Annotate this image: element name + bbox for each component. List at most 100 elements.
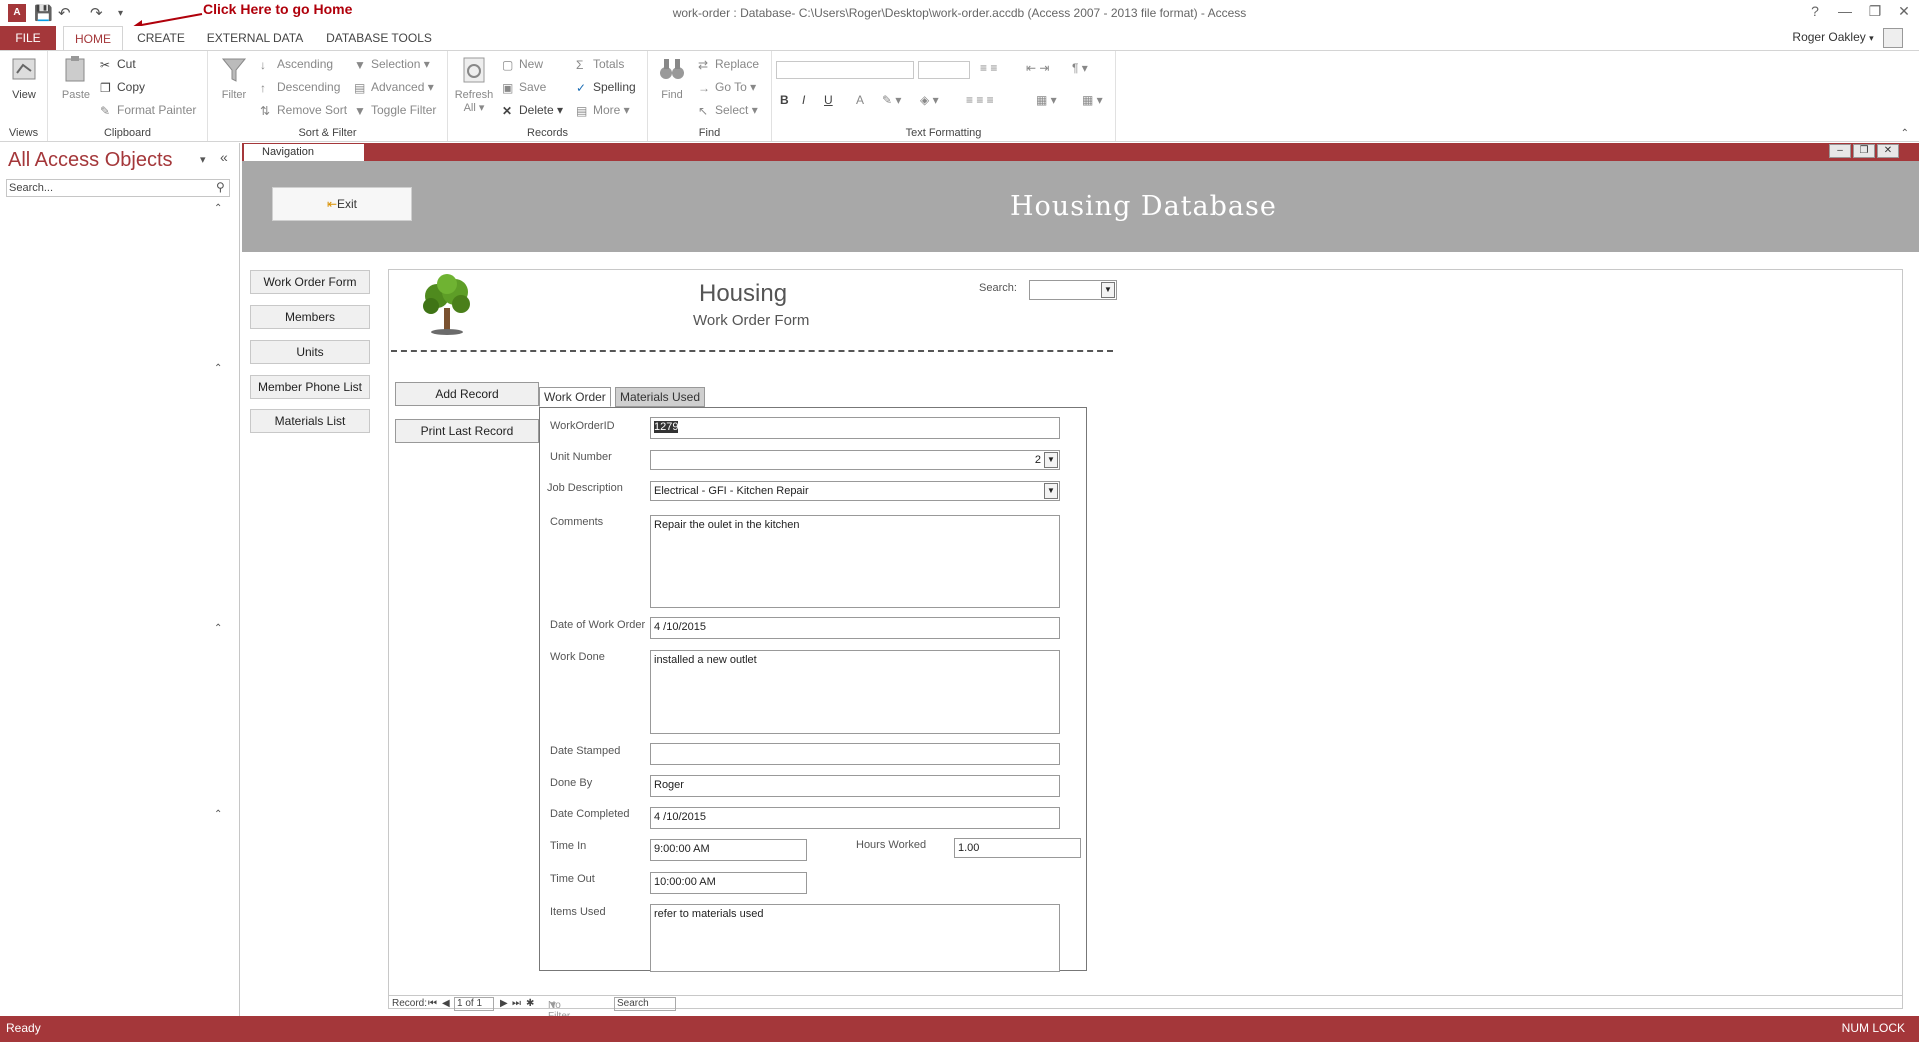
refresh-all-button[interactable]: Refresh All ▾ (454, 55, 494, 114)
paragraph-icon[interactable]: ¶ ▾ (1072, 61, 1088, 75)
toggle-filter-button[interactable]: ▼ Toggle Filter (354, 103, 436, 118)
units-button[interactable]: Units (250, 340, 370, 364)
more-button[interactable]: ▤ More ▾ (576, 103, 630, 118)
totals-button[interactable]: Σ Totals (576, 57, 624, 72)
collapse-ribbon-icon[interactable]: ⌃ (1901, 128, 1909, 139)
find-button[interactable]: Find (652, 55, 692, 101)
fill-color-icon[interactable]: ◈ ▾ (920, 93, 939, 107)
previous-record-icon[interactable]: ◀ (442, 998, 450, 1009)
next-record-icon[interactable]: ▶ (500, 998, 508, 1009)
paste-button[interactable]: Paste (56, 55, 96, 101)
restore-button[interactable]: ❐ (1860, 3, 1890, 20)
items-used-field[interactable]: refer to materials used (650, 904, 1060, 972)
work-done-field[interactable]: installed a new outlet (650, 650, 1060, 734)
minimize-button[interactable]: — (1830, 3, 1860, 19)
collapse-group-icon[interactable]: ⌃ (214, 809, 222, 820)
user-account[interactable]: Roger Oakley ▾ (1792, 28, 1903, 48)
unit-number-combo[interactable]: 2 ▼ (650, 450, 1060, 470)
date-of-work-order-field[interactable]: 4 /10/2015 (650, 617, 1060, 639)
date-completed-field[interactable]: 4 /10/2015 (650, 807, 1060, 829)
close-button[interactable]: ✕ (1889, 3, 1919, 20)
replace-icon: ⇄ (698, 58, 709, 72)
user-dropdown-icon[interactable]: ▾ (1869, 33, 1874, 43)
tab-external-data[interactable]: EXTERNAL DATA (203, 26, 307, 50)
alt-row-color-icon[interactable]: ▦ ▾ (1036, 93, 1057, 107)
cut-button[interactable]: ✂ Cut (100, 57, 136, 72)
tab-file[interactable]: FILE (0, 26, 56, 50)
format-painter-button[interactable]: ✎ Format Painter (100, 103, 196, 118)
copy-button[interactable]: ❐ Copy (100, 80, 145, 95)
highlight-icon[interactable]: ✎ ▾ (882, 93, 901, 107)
search-combo[interactable]: ▼ (1029, 280, 1117, 300)
gridlines-icon[interactable]: ▦ ▾ (1082, 93, 1103, 107)
select-button[interactable]: ↖ Select ▾ (698, 103, 758, 118)
tab-create[interactable]: CREATE (131, 26, 191, 50)
delete-button[interactable]: ✕ Delete ▾ (502, 103, 563, 118)
view-button[interactable]: View (4, 55, 44, 101)
tab-materials-used[interactable]: Materials Used (615, 387, 706, 407)
tab-work-order[interactable]: Work Order (539, 387, 611, 407)
descending-button[interactable]: ↑ Descending (260, 80, 340, 95)
replace-button[interactable]: ⇄ Replace (698, 57, 759, 72)
selection-button[interactable]: ▼ Selection ▾ (354, 57, 430, 72)
job-description-combo[interactable]: Electrical - GFI - Kitchen Repair ▼ (650, 481, 1060, 501)
bold-button[interactable]: B (780, 93, 789, 107)
ascending-button[interactable]: ↓ Ascending (260, 57, 333, 72)
font-color-button[interactable]: A (856, 93, 864, 107)
shutter-bar-close-icon[interactable]: « (220, 149, 228, 165)
align-icon[interactable]: ≡ ≡ ≡ (966, 93, 994, 107)
advanced-button[interactable]: ▤ Advanced ▾ (354, 80, 434, 95)
done-by-field[interactable]: Roger (650, 775, 1060, 797)
spelling-button[interactable]: ✓ Spelling (576, 80, 636, 95)
record-position-field[interactable]: 1 of 1 (454, 997, 494, 1011)
exit-button[interactable]: ⇤Exit (272, 187, 412, 221)
copy-icon: ❐ (100, 81, 111, 95)
remove-sort-button[interactable]: ⇅ Remove Sort (260, 103, 347, 118)
ribbon-tabs: FILE HOME CREATE EXTERNAL DATA DATABASE … (0, 26, 1919, 50)
last-record-icon[interactable]: ⏭ (512, 998, 521, 1009)
collapse-group-icon[interactable]: ⌃ (214, 623, 222, 634)
nav-dropdown-icon[interactable]: ▾ (200, 153, 206, 166)
hours-worked-field[interactable]: 1.00 (954, 838, 1081, 858)
nav-pane-title[interactable]: All Access Objects (8, 149, 173, 172)
record-search-input[interactable]: Search (614, 997, 676, 1011)
search-icon[interactable]: ⚲ (216, 180, 225, 194)
indent-icon[interactable]: ⇤ ⇥ (1026, 61, 1049, 75)
nav-search-input[interactable]: Search... (6, 179, 230, 197)
member-phone-list-button[interactable]: Member Phone List (250, 375, 370, 399)
help-button[interactable]: ? (1800, 3, 1830, 19)
underline-button[interactable]: U (824, 93, 833, 107)
search-label: Search: (979, 282, 1017, 294)
comments-field[interactable]: Repair the oulet in the kitchen (650, 515, 1060, 608)
doc-tab-navigation[interactable]: Navigation (244, 144, 364, 161)
work-order-id-field[interactable]: 1279 (650, 417, 1060, 439)
filter-button[interactable]: Filter (214, 55, 254, 101)
collapse-group-icon[interactable]: ⌃ (214, 203, 222, 214)
new-record-icon[interactable]: ✱ (526, 998, 534, 1009)
doc-minimize-button[interactable]: – (1829, 144, 1851, 158)
font-name-combo[interactable] (776, 61, 914, 79)
members-button[interactable]: Members (250, 305, 370, 329)
bullets-icon[interactable]: ≡ ≡ (980, 61, 997, 75)
date-stamped-field[interactable] (650, 743, 1060, 765)
materials-list-button[interactable]: Materials List (250, 409, 370, 433)
new-record-button[interactable]: ▢ New (502, 57, 543, 72)
doc-close-button[interactable]: ✕ (1877, 144, 1899, 158)
first-record-icon[interactable]: ⏮ (428, 998, 437, 1009)
time-out-field[interactable]: 10:00:00 AM (650, 872, 807, 894)
add-record-button[interactable]: Add Record (395, 382, 539, 406)
italic-button[interactable]: I (802, 93, 805, 107)
print-last-record-button[interactable]: Print Last Record (395, 419, 539, 443)
chevron-down-icon[interactable]: ▼ (1044, 452, 1058, 468)
chevron-down-icon[interactable]: ▼ (1101, 282, 1115, 298)
collapse-group-icon[interactable]: ⌃ (214, 363, 222, 374)
save-record-button[interactable]: ▣ Save (502, 80, 546, 95)
time-in-field[interactable]: 9:00:00 AM (650, 839, 807, 861)
go-to-button[interactable]: → Go To ▾ (698, 80, 756, 95)
tab-home[interactable]: HOME (63, 26, 123, 50)
chevron-down-icon[interactable]: ▼ (1044, 483, 1058, 499)
font-size-combo[interactable] (918, 61, 970, 79)
tab-database-tools[interactable]: DATABASE TOOLS (320, 26, 438, 50)
work-order-form-button[interactable]: Work Order Form (250, 270, 370, 294)
doc-restore-button[interactable]: ❐ (1853, 144, 1875, 158)
